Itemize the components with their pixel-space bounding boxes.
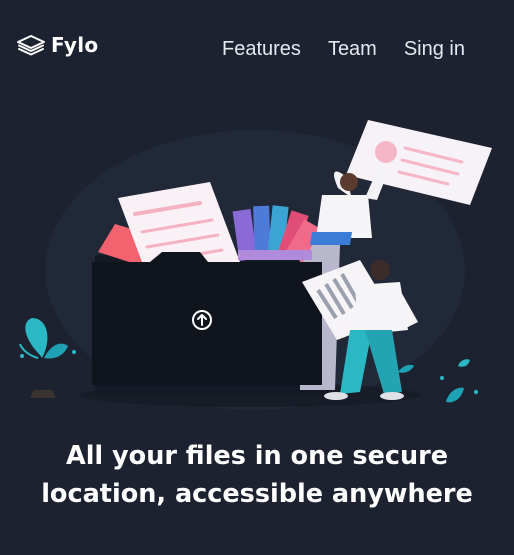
hero-headline: All your files in one secure location, a… [41,441,473,509]
nav-link-sign-in[interactable]: Sing in [404,38,465,61]
nav-link-team[interactable]: Team [328,38,377,61]
nav-link-features[interactable]: Features [222,38,301,61]
hero-illustration-graphic [19,120,492,410]
nav-links: Features Team Sing in [222,38,465,61]
hero-illustration [0,100,514,430]
navbar: Fylo Features Team Sing in [0,0,514,100]
stacked-layers-icon [16,34,46,56]
brand-logo[interactable]: Fylo [16,33,98,57]
brand-name: Fylo [51,33,99,57]
